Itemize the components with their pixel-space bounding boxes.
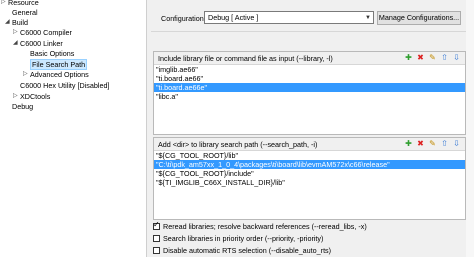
configuration-label: Configuration: [161, 14, 206, 23]
list-item[interactable]: "libc.a" [154, 92, 465, 101]
library-list-title: Include library file or command file as … [158, 54, 333, 63]
expanded-toggle-icon[interactable]: ◢ [13, 39, 18, 48]
list-item[interactable]: "C:\ti\pdk_am57xx_1_0_4\packages\ti\boar… [154, 160, 465, 169]
search-path-title: Add <dir> to library search path (--sear… [158, 140, 318, 149]
library-list-toolbar: ✚ ✖ ✎ ⇧ ⇩ [404, 53, 462, 62]
library-list-group: Include library file or command file as … [153, 51, 466, 135]
delete-icon[interactable]: ✖ [416, 53, 425, 62]
move-down-icon[interactable]: ⇩ [452, 53, 461, 62]
move-down-icon[interactable]: ⇩ [452, 139, 461, 148]
library-list-header: Include library file or command file as … [154, 52, 465, 65]
option-checkbox-row[interactable]: Search libraries in priority order (--pr… [153, 234, 323, 244]
checkbox[interactable] [153, 247, 160, 254]
delete-icon[interactable]: ✖ [416, 139, 425, 148]
option-label: Search libraries in priority order (--pr… [163, 234, 324, 243]
configuration-value: Debug [ Active ] [208, 13, 259, 22]
tree-item[interactable]: Basic Options [30, 49, 74, 58]
list-item[interactable]: "ti.board.ae66" [154, 74, 465, 83]
add-icon[interactable]: ✚ [404, 53, 413, 62]
list-item[interactable]: "${CG_TOOL_ROOT}/lib" [154, 151, 465, 160]
tree-item[interactable]: File Search Path [30, 59, 88, 70]
add-icon[interactable]: ✚ [404, 139, 413, 148]
move-up-icon[interactable]: ⇧ [440, 139, 449, 148]
tree-item[interactable]: C6000 Linker [20, 39, 63, 48]
configuration-select[interactable]: Debug [ Active ] ▼ [204, 11, 374, 24]
move-up-icon[interactable]: ⇧ [440, 53, 449, 62]
tree-item[interactable]: C6000 Compiler [20, 28, 72, 37]
manage-configurations-button[interactable]: Manage Configurations... [377, 11, 461, 25]
checked-checkbox[interactable] [153, 220, 160, 230]
edit-icon[interactable]: ✎ [428, 53, 437, 62]
edit-icon[interactable]: ✎ [428, 139, 437, 148]
pane-splitter[interactable] [146, 0, 152, 257]
tree-item[interactable]: Debug [12, 102, 33, 111]
option-label: Reread libraries; resolve backward refer… [163, 222, 367, 231]
collapsed-toggle-icon[interactable]: ▷ [23, 70, 28, 79]
option-label: Disable automatic RTS selection (--disab… [163, 246, 332, 255]
collapsed-toggle-icon[interactable]: ▷ [1, 0, 6, 7]
list-item[interactable]: "${TI_IMGLIB_C66X_INSTALL_DIR}/lib" [154, 178, 465, 187]
list-item[interactable]: "ti.board.ae66e" [154, 83, 465, 92]
collapsed-toggle-icon[interactable]: ▷ [13, 92, 18, 101]
divider [151, 31, 474, 32]
chevron-down-icon: ▼ [365, 15, 371, 21]
expanded-toggle-icon[interactable]: ◢ [5, 18, 10, 27]
tree-item[interactable]: Advanced Options [30, 70, 89, 79]
tree-item[interactable]: Build [12, 18, 28, 27]
list-item[interactable]: "${CG_TOOL_ROOT}/include" [154, 169, 465, 178]
option-checkbox-row[interactable]: Reread libraries; resolve backward refer… [153, 220, 367, 232]
search-path-toolbar: ✚ ✖ ✎ ⇧ ⇩ [404, 139, 462, 148]
list-item[interactable]: "imglib.ae66" [154, 65, 465, 74]
tree-item[interactable]: C6000 Hex Utility [Disabled] [20, 81, 109, 90]
tree-item[interactable]: General [12, 8, 38, 17]
search-path-header: Add <dir> to library search path (--sear… [154, 138, 465, 151]
search-path-group: Add <dir> to library search path (--sear… [153, 137, 466, 220]
vertical-scrollbar[interactable] [466, 0, 474, 257]
collapsed-toggle-icon[interactable]: ▷ [13, 28, 18, 37]
settings-tree: ▷ Resource General ◢ Build ▷ C6000 Compiler ◢ C6… [0, 0, 146, 257]
tree-item[interactable]: XDCtools [20, 92, 50, 101]
checkbox[interactable] [153, 235, 160, 242]
tree-item[interactable]: Resource [8, 0, 39, 7]
option-checkbox-row[interactable]: Disable automatic RTS selection (--disab… [153, 246, 331, 256]
